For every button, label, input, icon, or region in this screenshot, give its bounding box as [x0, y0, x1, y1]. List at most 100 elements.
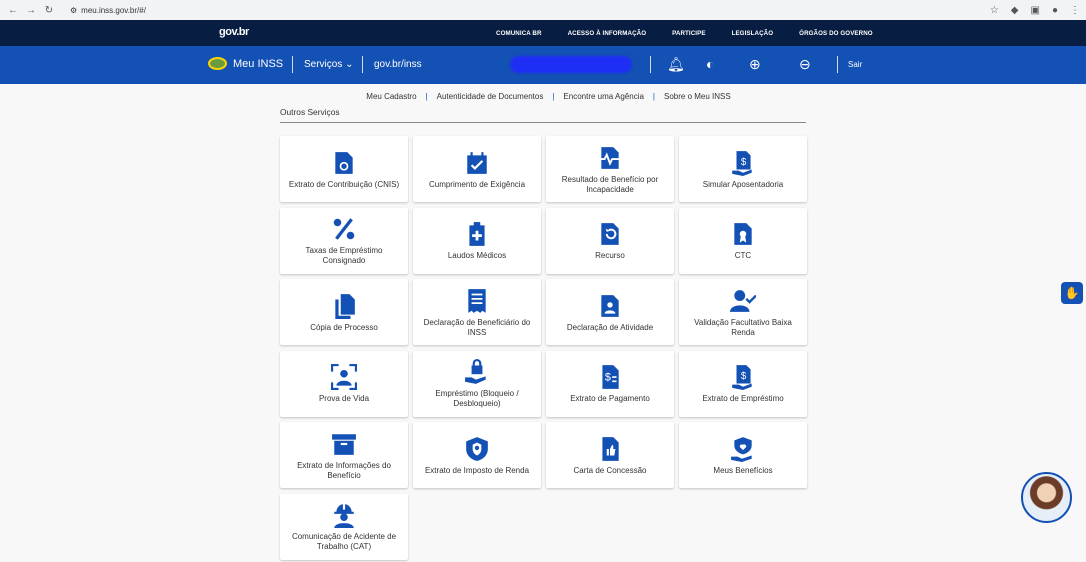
sub-navigation: Meu Cadastro | Autenticidade de Document… — [0, 84, 1086, 108]
lock-hand-icon — [463, 358, 491, 386]
medical-clipboard-icon — [463, 220, 491, 248]
heartbeat-doc-icon — [596, 144, 624, 172]
govbr-logo[interactable]: gov.br — [219, 26, 249, 38]
contrast-icon[interactable]: ◐ — [706, 56, 714, 72]
govbr-bar: gov.br COMUNICA BR ACESSO À INFORMAÇÃO P… — [0, 20, 1086, 46]
subnav-meu-cadastro[interactable]: Meu Cadastro — [366, 92, 416, 101]
extensions-puzzle-icon[interactable]: ▣ — [1031, 5, 1040, 16]
card-laudos-medicos[interactable]: Laudos Médicos — [413, 207, 541, 274]
card-prova-de-vida[interactable]: Prova de Vida — [280, 350, 408, 417]
card-cumprimento-exigencia[interactable]: Cumprimento de Exigência — [413, 136, 541, 202]
extension-icon[interactable]: ◆ — [1011, 5, 1019, 16]
card-ctc[interactable]: CTC — [679, 207, 807, 274]
card-simular-aposentadoria[interactable]: $ Simular Aposentadoria — [679, 136, 807, 202]
govbr-inss-link[interactable]: gov.br/inss — [374, 59, 422, 70]
brazil-flag-icon — [208, 57, 227, 70]
card-label: Cópia de Processo — [310, 322, 378, 332]
card-label: Comunicação de Acidente de Trabalho (CAT… — [291, 532, 397, 551]
divider — [837, 56, 838, 73]
browser-menu-icon[interactable]: ⋮ — [1070, 5, 1080, 16]
card-extrato-cnis[interactable]: Extrato de Contribuição (CNIS) — [280, 136, 408, 202]
card-resultado-incapacidade[interactable]: Resultado de Benefício por Incapacidade — [546, 136, 674, 202]
card-label: Laudos Médicos — [447, 251, 507, 260]
divider — [292, 56, 293, 73]
card-comunicacao-acidente[interactable]: Comunicação de Acidente de Trabalho (CAT… — [280, 493, 408, 560]
svg-text:$: $ — [605, 371, 611, 383]
virtual-assistant-avatar[interactable] — [1021, 472, 1072, 523]
card-label: Empréstimo (Bloqueio / Desbloqueio) — [435, 389, 519, 408]
govbr-link-acesso[interactable]: ACESSO À INFORMAÇÃO — [568, 30, 647, 37]
subnav-encontre-agencia[interactable]: Encontre uma Agência — [563, 92, 644, 101]
piggy-bank-doc-icon — [330, 149, 358, 177]
divider: | — [652, 91, 655, 101]
money-doc-hand-icon: $ — [729, 149, 757, 177]
address-bar[interactable]: ⚙ meu.inss.gov.br/#/ — [70, 6, 146, 15]
vlibras-accessibility-button[interactable]: ✋ — [1061, 282, 1083, 304]
lion-shield-icon — [463, 435, 491, 463]
divider — [650, 56, 651, 73]
servicos-menu[interactable]: Serviços ⌄ — [304, 59, 354, 70]
divider: | — [552, 91, 555, 101]
meu-inss-logo[interactable]: Meu INSS — [208, 57, 283, 70]
bookmark-star-icon[interactable]: ☆ — [990, 5, 999, 16]
browser-toolbar: ← → ↻ ⚙ meu.inss.gov.br/#/ ☆ ◆ ▣ ● ⋮ — [0, 0, 1086, 20]
card-carta-concessao[interactable]: Carta de Concessão — [546, 422, 674, 488]
card-copia-processo[interactable]: Cópia de Processo — [280, 279, 408, 345]
card-taxas-emprestimo[interactable]: Taxas de Empréstimo Consignado — [280, 207, 408, 274]
certificate-doc-icon — [729, 220, 757, 248]
card-label: Carta de Concessão — [573, 465, 647, 475]
services-grid: Extrato de Contribuição (CNIS) Cumprimen… — [280, 136, 807, 560]
card-extrato-imposto-renda[interactable]: Extrato de Imposto de Renda — [413, 422, 541, 488]
reload-icon[interactable]: ↻ — [42, 5, 56, 16]
card-extrato-emprestimo[interactable]: $ Extrato de Empréstimo — [679, 350, 807, 417]
card-label: Extrato de Contribuição (CNIS) — [288, 179, 400, 189]
forward-icon[interactable]: → — [24, 5, 38, 16]
face-scan-icon — [330, 363, 358, 391]
worker-doc-icon — [596, 292, 624, 320]
card-label: Validação Facultativo Baixa Renda — [694, 317, 792, 337]
card-emprestimo-bloqueio[interactable]: Empréstimo (Bloqueio / Desbloqueio) — [413, 350, 541, 417]
card-label: Resultado de Benefício por Incapacidade — [561, 174, 659, 194]
divider: | — [425, 91, 428, 101]
profile-icon[interactable]: ● — [1052, 5, 1058, 16]
heart-hand-icon — [729, 435, 757, 463]
govbr-link-participe[interactable]: PARTICIPE — [672, 30, 705, 37]
zoom-in-icon[interactable]: ⊕ — [749, 56, 761, 72]
card-label: Extrato de Imposto de Renda — [424, 465, 530, 475]
card-label: Extrato de Pagamento — [570, 394, 650, 403]
zoom-out-icon[interactable]: ⊖ — [799, 56, 811, 72]
user-check-icon — [729, 287, 757, 315]
card-recurso[interactable]: Recurso — [546, 207, 674, 274]
govbr-link-comunica[interactable]: COMUNICA BR — [496, 30, 542, 37]
card-label: Taxas de Empréstimo Consignado — [305, 246, 383, 265]
card-extrato-pagamento[interactable]: $ Extrato de Pagamento — [546, 350, 674, 417]
card-label: Declaração de Atividade — [566, 322, 654, 332]
logout-link[interactable]: Sair — [848, 60, 862, 69]
card-label: Simular Aposentadoria — [702, 179, 784, 189]
card-declaracao-atividade[interactable]: Declaração de Atividade — [546, 279, 674, 345]
site-settings-icon[interactable]: ⚙ — [70, 6, 77, 15]
govbr-links: COMUNICA BR ACESSO À INFORMAÇÃO PARTICIP… — [496, 30, 873, 37]
address-text: meu.inss.gov.br/#/ — [81, 5, 146, 15]
thumbs-up-doc-icon — [596, 435, 624, 463]
section-divider — [280, 122, 806, 123]
card-extrato-informacoes-beneficio[interactable]: Extrato de Informações do Benefício — [280, 422, 408, 488]
subnav-sobre[interactable]: Sobre o Meu INSS — [664, 92, 731, 101]
card-validacao-baixa-renda[interactable]: Validação Facultativo Baixa Renda — [679, 279, 807, 345]
bell-icon[interactable]: 🔔︎ — [667, 56, 685, 72]
divider — [362, 56, 363, 73]
percent-icon — [330, 215, 358, 243]
card-label: Meus Benefícios — [713, 465, 773, 475]
subnav-autenticidade[interactable]: Autenticidade de Documentos — [437, 92, 544, 101]
card-meus-beneficios[interactable]: Meus Benefícios — [679, 422, 807, 488]
card-label: Extrato de Empréstimo — [702, 394, 784, 403]
card-label: Prova de Vida — [318, 394, 370, 403]
section-title: Outros Serviços — [280, 107, 340, 117]
back-icon[interactable]: ← — [6, 5, 20, 16]
govbr-link-orgaos[interactable]: ÓRGÃOS DO GOVERNO — [799, 30, 873, 37]
svg-text:$: $ — [741, 157, 747, 168]
card-declaracao-beneficiario[interactable]: Declaração de Beneficiário do INSS — [413, 279, 541, 345]
govbr-link-legislacao[interactable]: LEGISLAÇÃO — [732, 30, 774, 37]
undo-doc-icon — [596, 220, 624, 248]
copy-icon — [330, 292, 358, 320]
